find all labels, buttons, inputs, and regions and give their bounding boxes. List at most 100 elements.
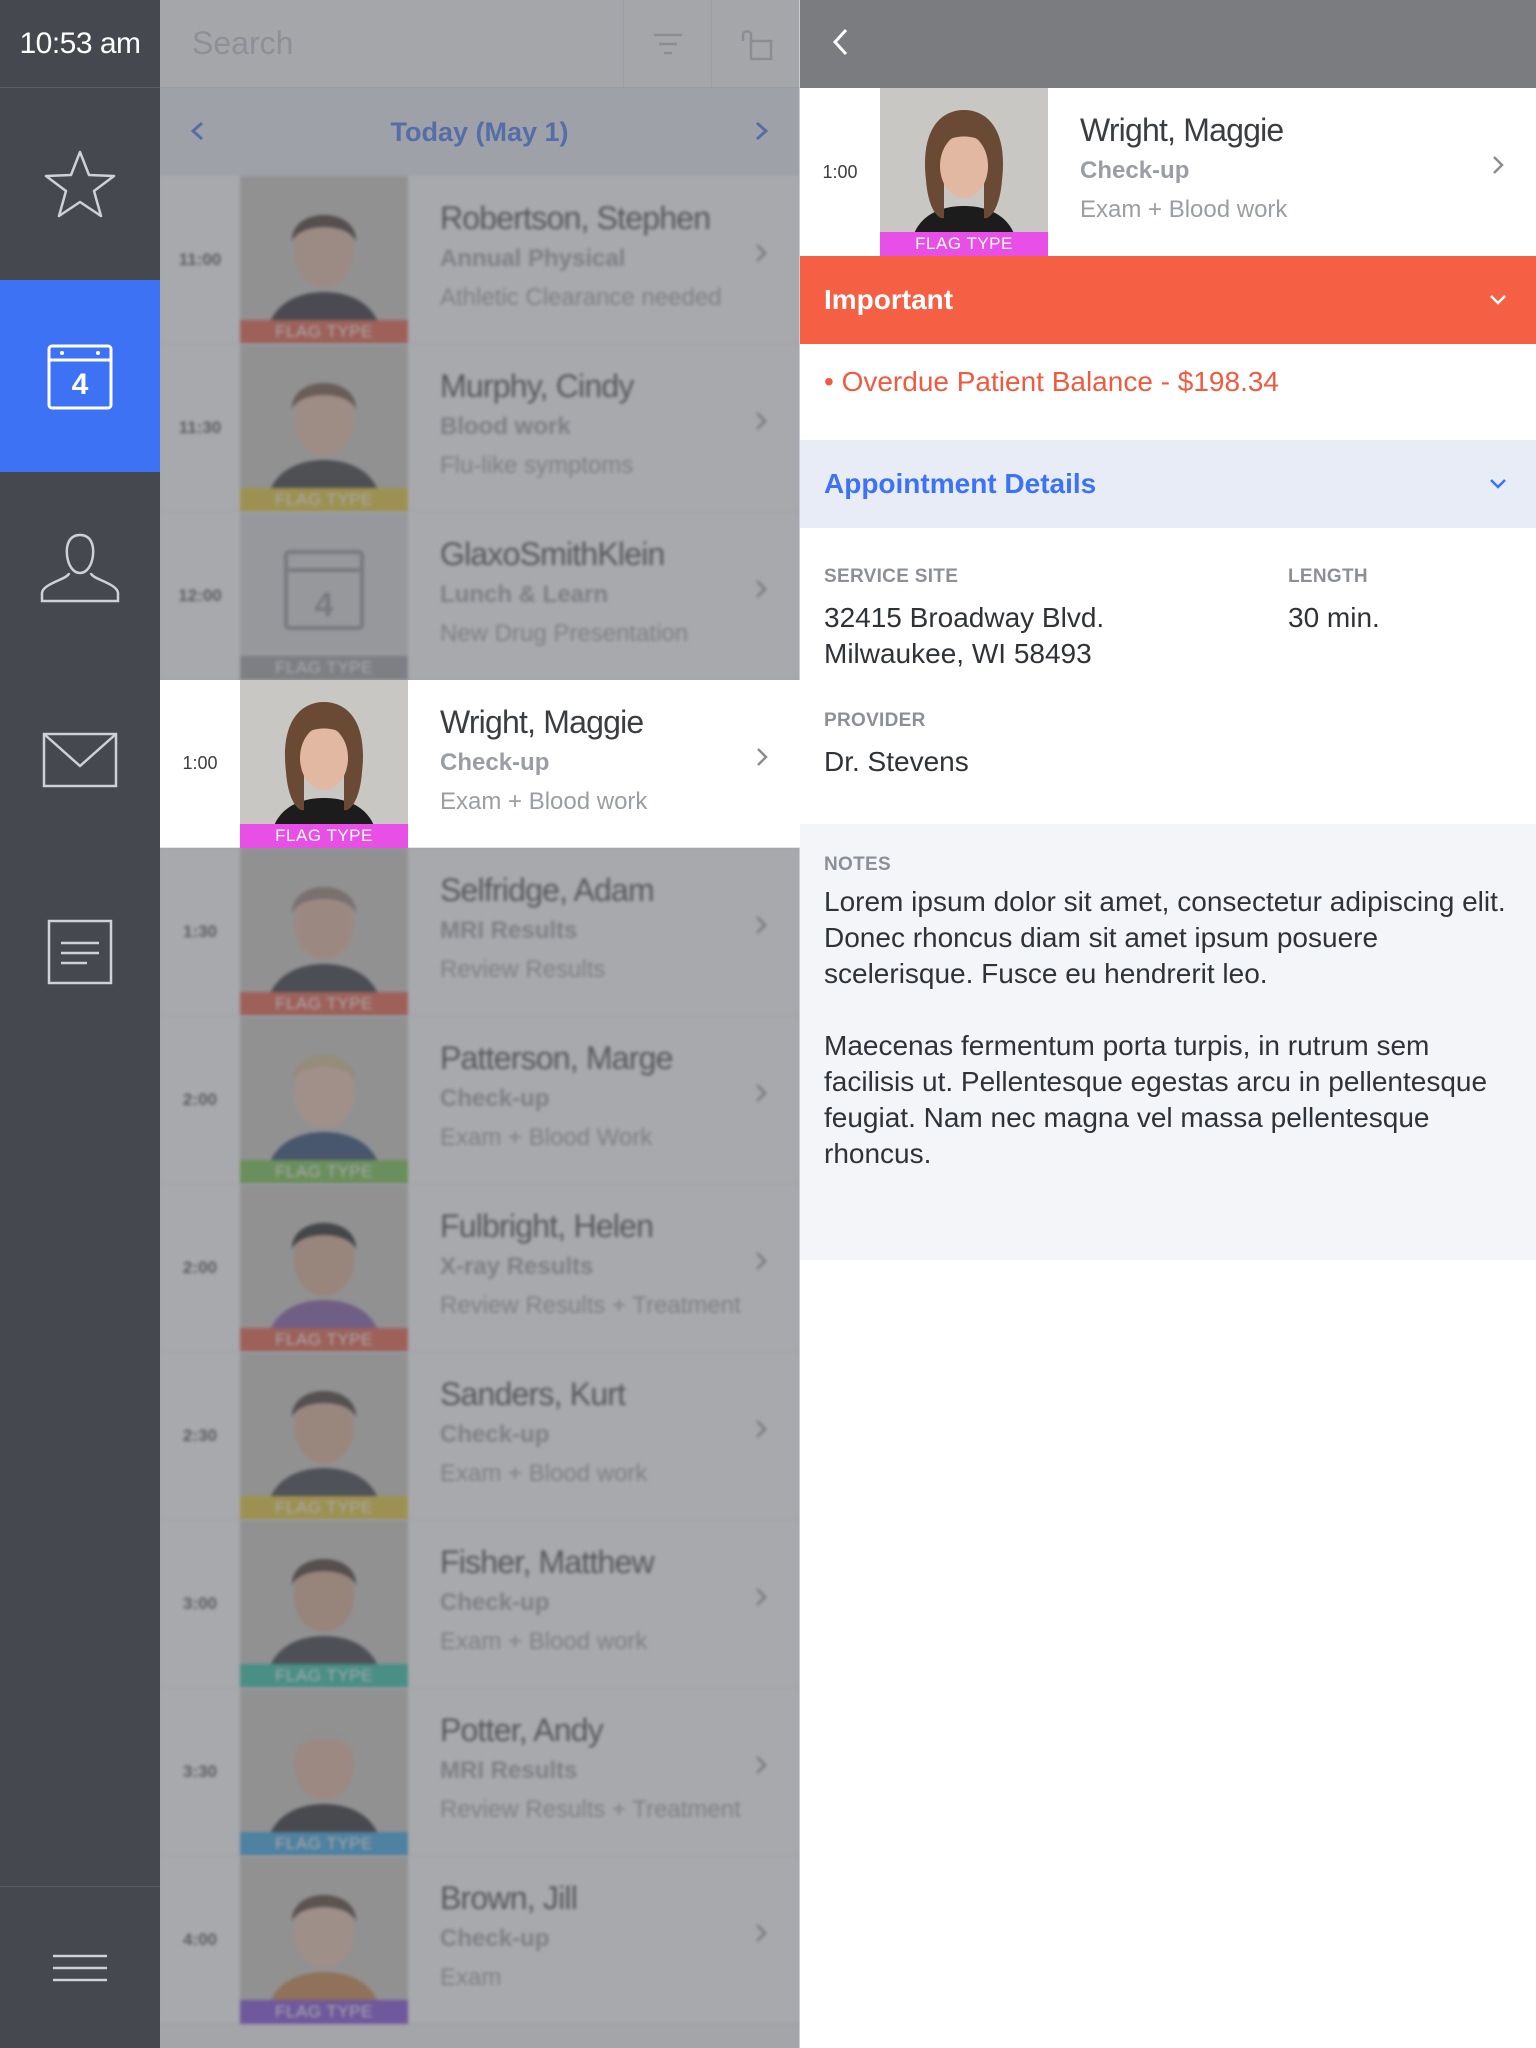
patient-photo: FLAG TYPE — [240, 344, 408, 512]
chevron-right-icon — [756, 121, 769, 141]
flag-badge: FLAG TYPE — [240, 1160, 408, 1184]
status-time: 10:53 am — [0, 0, 160, 88]
flag-badge: FLAG TYPE — [240, 320, 408, 344]
appointment-row[interactable]: 12:00 4 FLAG TYPE GlaxoSmithKlein Lunch … — [160, 512, 799, 680]
filter-icon — [653, 33, 682, 55]
rail-documents-button[interactable] — [0, 856, 160, 1048]
rail-messages-button[interactable] — [0, 664, 160, 856]
service-site-line1: 32415 Broadway Blvd. — [824, 602, 1105, 633]
appointment-details-body: SERVICE SITE 32415 Broadway Blvd. Milwau… — [800, 528, 1536, 824]
flag-badge: FLAG TYPE — [880, 232, 1048, 256]
appointment-row[interactable]: 11:30 FLAG TYPE Murphy, Cindy Blood work… — [160, 344, 799, 512]
detail-header — [800, 0, 1536, 88]
patient-photo: FLAG TYPE — [240, 176, 408, 344]
important-title: Important — [824, 284, 954, 315]
chevron-right-icon — [756, 580, 767, 598]
mail-icon — [42, 732, 118, 788]
length-value: 30 min. — [1288, 602, 1380, 633]
service-site-label: SERVICE SITE — [824, 566, 959, 587]
patient-photo: FLAG TYPE — [240, 680, 408, 848]
flag-badge: FLAG TYPE — [240, 488, 408, 512]
notes-label: NOTES — [824, 854, 891, 875]
chevron-right-icon — [756, 1252, 767, 1270]
search-bar — [160, 0, 799, 88]
appointment-time: 2:00 — [182, 1089, 218, 1109]
notes-paragraph-2: Maecenas fermentum porta turpis, in rutr… — [824, 1030, 1488, 1169]
chevron-right-icon — [756, 1588, 767, 1606]
patient-name: Fulbright, Helen — [440, 1208, 654, 1244]
patient-name: Wright, Maggie — [1080, 112, 1284, 148]
rail-calendar-button[interactable]: 4 — [0, 280, 160, 472]
back-button[interactable] — [830, 27, 850, 62]
flag-badge: FLAG TYPE — [240, 656, 408, 680]
chevron-right-icon — [756, 916, 767, 934]
patient-name: Potter, Andy — [440, 1712, 604, 1748]
patient-name: GlaxoSmithKlein — [440, 536, 665, 572]
appointment-row[interactable]: 2:00 FLAG TYPE Fulbright, Helen X-ray Re… — [160, 1184, 799, 1352]
appointment-row[interactable]: 2:00 FLAG TYPE Patterson, Marge Check-up… — [160, 1016, 799, 1184]
appointment-type: Check-up — [440, 1925, 550, 1952]
chevron-right-icon — [756, 1084, 767, 1102]
service-site-line2: Milwaukee, WI 58493 — [824, 638, 1092, 669]
flag-badge: FLAG TYPE — [240, 1832, 408, 1856]
next-day-button[interactable] — [755, 115, 769, 149]
appointment-type: Check-up — [440, 1589, 550, 1616]
rail-favorites-button[interactable] — [0, 88, 160, 280]
appointment-row[interactable]: 4:00 FLAG TYPE Brown, Jill Check-up Exam — [160, 1856, 799, 2024]
filter-button[interactable] — [623, 0, 711, 88]
appointment-type: X-ray Results — [440, 1253, 594, 1280]
chevron-right-icon — [756, 1756, 767, 1774]
appointment-rows: 11:00 FLAG TYPE Robertson, Stephen Annua… — [160, 176, 799, 2024]
detail-appointment-card[interactable]: 1:00 FLAG TYPE Wright, Maggie Check-up E… — [800, 88, 1536, 256]
appointment-time: 12:00 — [178, 585, 222, 605]
appointment-details-title: Appointment Details — [824, 468, 1097, 499]
appointment-row-selected[interactable]: 1:00 FLAG TYPE Wright, Maggie Check-up E… — [160, 680, 800, 848]
patient-name: Sanders, Kurt — [440, 1376, 626, 1412]
appointment-time: 1:00 — [822, 161, 858, 182]
patient-photo: FLAG TYPE — [240, 1520, 408, 1688]
current-date-label[interactable]: Today (May 1) — [390, 117, 568, 148]
appointment-row[interactable]: 11:00 FLAG TYPE Robertson, Stephen Annua… — [160, 176, 799, 344]
appointment-time: 2:00 — [182, 1257, 218, 1277]
rail-contacts-button[interactable] — [0, 472, 160, 664]
appointment-type: Check-up — [440, 749, 550, 776]
length-label: LENGTH — [1288, 566, 1368, 587]
event-calendar-icon: 4 FLAG TYPE — [240, 512, 408, 680]
chevron-right-icon — [757, 748, 768, 766]
appointment-type: Check-up — [440, 1421, 550, 1448]
appointment-details-header[interactable]: Appointment Details — [800, 440, 1536, 528]
patient-name: Robertson, Stephen — [440, 200, 711, 236]
chevron-right-icon — [756, 1420, 767, 1438]
appointment-description: Exam + Blood work — [1080, 196, 1288, 223]
appointment-description: Exam — [440, 1964, 502, 1991]
lock-button[interactable] — [711, 0, 799, 88]
search-input[interactable] — [160, 0, 623, 87]
flag-badge: FLAG TYPE — [240, 2000, 408, 2024]
appointment-row[interactable]: 3:00 FLAG TYPE Fisher, Matthew Check-up … — [160, 1520, 799, 1688]
flag-badge: FLAG TYPE — [240, 1664, 408, 1688]
flag-badge: FLAG TYPE — [240, 992, 408, 1016]
appointment-row[interactable]: 2:30 FLAG TYPE Sanders, Kurt Check-up Ex… — [160, 1352, 799, 1520]
appointment-type: Check-up — [440, 1085, 550, 1112]
flag-badge: FLAG TYPE — [240, 1496, 408, 1520]
person-icon — [40, 533, 120, 603]
patient-name: Patterson, Marge — [440, 1040, 673, 1076]
rail-menu-button[interactable] — [0, 1886, 160, 2048]
menu-icon — [53, 1954, 107, 1981]
appointment-description: Athletic Clearance needed — [440, 284, 722, 311]
chevron-left-icon — [832, 28, 848, 55]
appointment-time: 1:30 — [182, 921, 218, 941]
important-section-header[interactable]: Important — [800, 256, 1536, 344]
appointment-row[interactable]: 3:30 FLAG TYPE Potter, Andy MRI Results … — [160, 1688, 799, 1856]
lock-icon — [741, 30, 772, 61]
patient-name: Selfridge, Adam — [440, 872, 655, 908]
star-icon — [44, 150, 116, 218]
previous-day-button[interactable] — [190, 115, 204, 149]
appointment-time: 2:30 — [182, 1425, 218, 1445]
appointment-row[interactable]: 1:30 FLAG TYPE Selfridge, Adam MRI Resul… — [160, 848, 799, 1016]
appointment-description: Flu-like symptoms — [440, 452, 634, 479]
flag-badge: FLAG TYPE — [240, 1328, 408, 1352]
appointment-detail-pane: 1:00 FLAG TYPE Wright, Maggie Check-up E… — [800, 0, 1536, 2048]
patient-name: Wright, Maggie — [440, 704, 644, 740]
chevron-right-icon — [1493, 156, 1504, 174]
